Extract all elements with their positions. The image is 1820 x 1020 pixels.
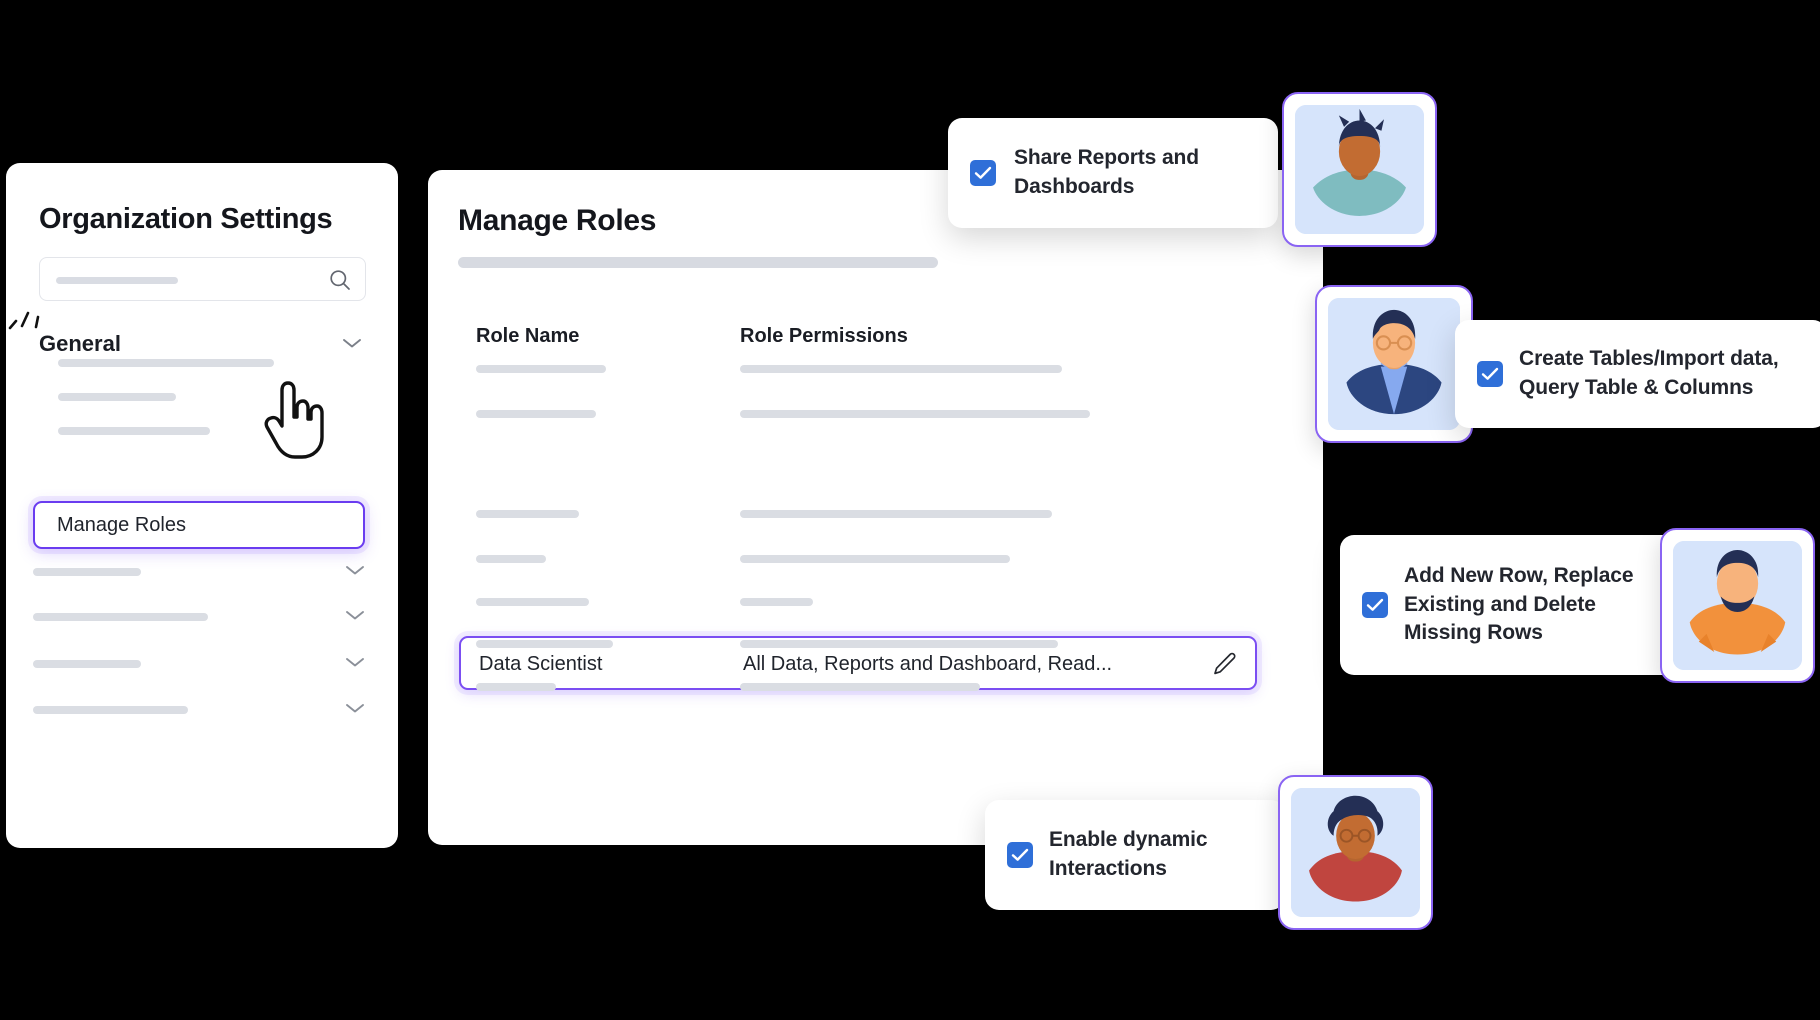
role-name-cell: Data Scientist [479,653,603,675]
avatar-person-beard-orange [1660,528,1815,683]
sidebar-item-label: Manage Roles [57,513,186,536]
table-row-skeleton [740,598,813,606]
page-title: Organization Settings [39,203,333,235]
permission-card-label: Enable dynamic Interactions [1049,828,1208,880]
click-spark-icon [8,295,60,339]
column-header-role-permissions: Role Permissions [740,325,908,347]
checkbox-checked-icon[interactable] [970,160,996,186]
pencil-edit-icon[interactable] [1211,651,1237,677]
table-row-skeleton [740,683,980,691]
sidebar-skeleton-row [33,660,141,668]
hand-pointer-cursor [262,377,324,461]
chevron-down-icon[interactable] [342,337,362,349]
avatar-person-glasses-navy [1315,285,1473,443]
sidebar-skeleton-row [33,706,188,714]
table-row-skeleton [476,640,613,648]
manage-roles-panel: Manage Roles Role Name Role Permissions … [428,170,1323,845]
checkbox-checked-icon[interactable] [1362,592,1388,618]
table-row-skeleton [476,510,579,518]
chevron-down-icon[interactable] [345,608,365,626]
permission-card-create-tables[interactable]: Create Tables/Import data, Query Table &… [1455,320,1820,428]
chevron-down-icon[interactable] [345,701,365,719]
table-row-skeleton [476,683,556,691]
checkbox-checked-icon[interactable] [1007,842,1033,868]
sidebar-skeleton-row [33,568,141,576]
table-row-skeleton [740,410,1090,418]
permission-card-label: Create Tables/Import data, Query Table &… [1519,347,1779,399]
sidebar-section-general[interactable]: General [39,331,366,361]
search-input[interactable] [39,257,366,301]
table-row-skeleton [476,598,589,606]
permission-card-label: Share Reports and Dashboards [1014,146,1200,198]
sidebar-skeleton-row [58,427,210,435]
table-row-skeleton [740,640,1058,648]
checkbox-checked-icon[interactable] [1477,361,1503,387]
chevron-down-icon[interactable] [345,655,365,673]
search-placeholder-skeleton [56,277,178,284]
table-row-skeleton [740,555,1010,563]
sidebar-skeleton-row [33,613,208,621]
table-row-skeleton [740,365,1062,373]
avatar-person-curly-red [1278,775,1433,930]
panel-title: Manage Roles [458,204,657,237]
table-row-skeleton [476,555,546,563]
table-row-skeleton [476,365,606,373]
sidebar-skeleton-row [58,359,274,367]
permission-card-label: Add New Row, Replace Existing and Delete… [1404,563,1634,645]
permission-card-share-reports[interactable]: Share Reports and Dashboards [948,118,1278,228]
role-permissions-cell: All Data, Reports and Dashboard, Read... [743,653,1113,675]
table-row-skeleton [476,410,596,418]
search-icon[interactable] [329,269,351,291]
panel-subtitle-skeleton [458,257,938,268]
sidebar-item-manage-roles[interactable]: Manage Roles [33,501,365,549]
permission-card-enable-dynamic[interactable]: Enable dynamic Interactions [985,800,1285,910]
table-row-skeleton [740,510,1052,518]
screenshot-stage: Organization Settings General Manage Rol… [0,0,1820,1020]
sidebar-skeleton-row [58,393,176,401]
permission-card-add-new-row[interactable]: Add New Row, Replace Existing and Delete… [1340,535,1680,675]
organization-settings-panel: Organization Settings General Manage Rol… [6,163,398,848]
chevron-down-icon[interactable] [345,563,365,581]
column-header-role-name: Role Name [476,325,580,347]
avatar-person-teal [1282,92,1437,247]
